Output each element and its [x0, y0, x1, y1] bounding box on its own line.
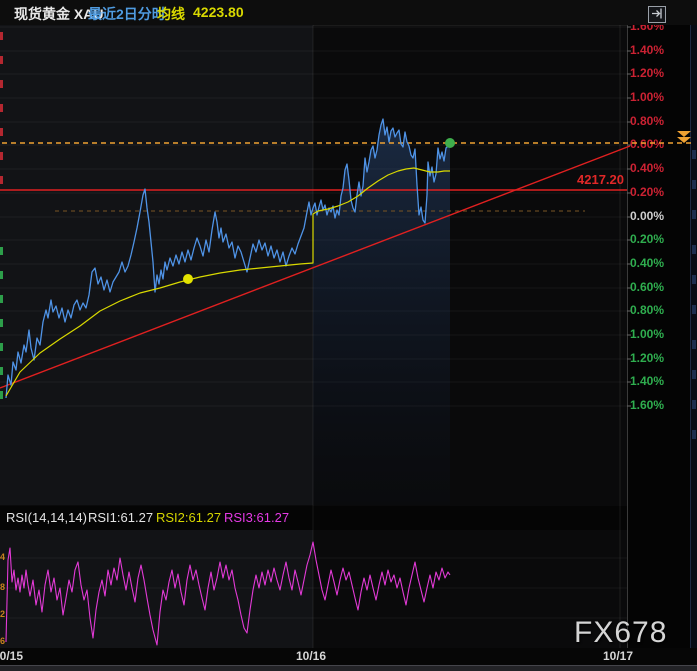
- rsi3-value: RSI3:61.27: [224, 510, 289, 525]
- last-price-dot: [445, 138, 455, 148]
- ma-value: 4223.80: [193, 4, 244, 20]
- chart-window: 1.60%1.40%1.20%1.00%0.80%0.60%0.40%0.20%…: [0, 0, 697, 671]
- last-price-axis-arrow: [677, 131, 691, 137]
- rsi-line: [6, 542, 450, 645]
- date-label-10-15: 10/15: [0, 649, 23, 663]
- date-label-10-17: 10/17: [603, 649, 633, 663]
- ma-dot: [183, 274, 193, 284]
- rsi-formula: RSI(14,14,14): [6, 510, 87, 525]
- rsi2-value: RSI2:61.27: [156, 510, 221, 525]
- period-mode-label[interactable]: 最近2日分时: [88, 4, 166, 24]
- last-price-axis-arrow: [677, 137, 691, 143]
- chart-header: 现货黄金 XAU 最近2日分时 均线 4223.80: [0, 0, 697, 25]
- price-area-fill: [313, 119, 450, 505]
- ma-label: 均线: [157, 4, 185, 24]
- rsi1-value: RSI1:61.27: [88, 510, 153, 525]
- horizontal-scrollbar[interactable]: [0, 665, 697, 671]
- date-axis: 10/15 10/16 10/17: [0, 648, 697, 665]
- site-watermark: FX678: [574, 616, 667, 650]
- price-level-label: 4217.20: [577, 172, 624, 187]
- date-label-10-16: 10/16: [296, 649, 326, 663]
- popout-icon[interactable]: [648, 6, 666, 23]
- chart-canvas[interactable]: [0, 0, 697, 671]
